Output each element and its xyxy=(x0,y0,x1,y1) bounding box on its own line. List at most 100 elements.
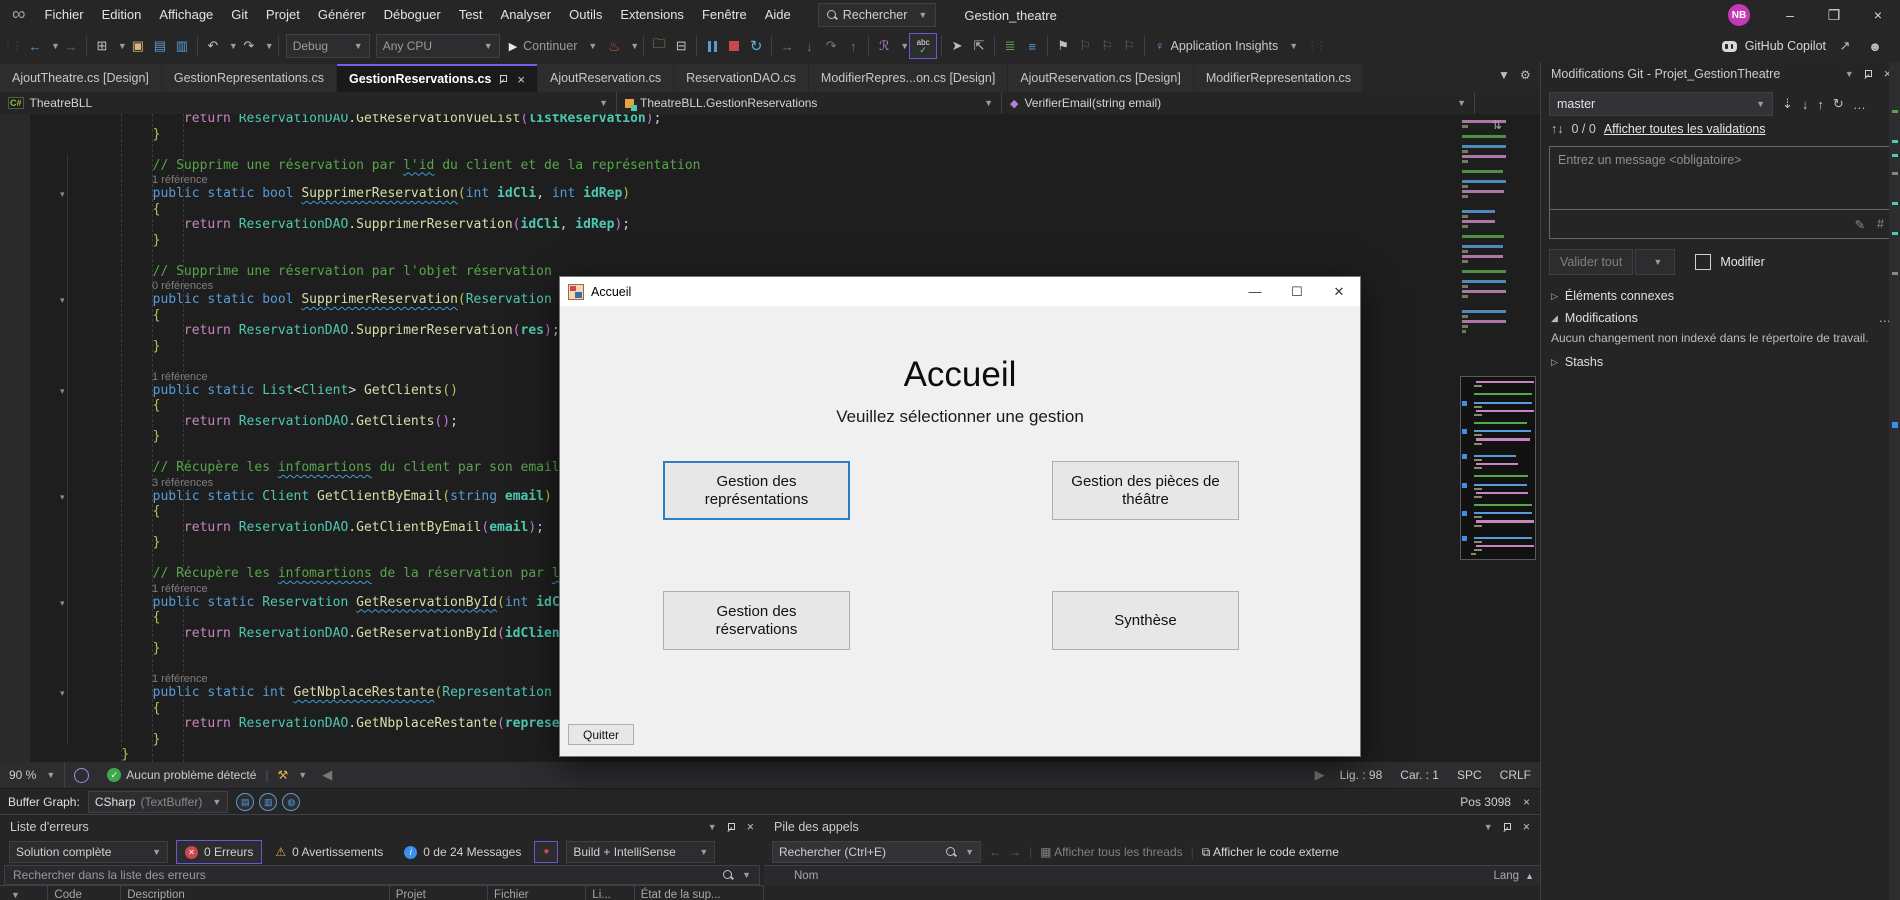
buffer-graph-select[interactable]: CSharp (TextBuffer) ▼ xyxy=(88,791,228,813)
column-header[interactable]: Li... xyxy=(586,886,634,900)
redo-icon[interactable]: ↷ xyxy=(238,35,260,57)
health-indicator[interactable]: ✓ Aucun problème détecté xyxy=(98,762,265,788)
close-icon[interactable]: × xyxy=(1523,795,1530,809)
refresh-icon[interactable]: ↻ xyxy=(1833,96,1844,112)
platform-select[interactable]: Any CPU▼ xyxy=(376,34,500,58)
chevron-down-icon[interactable]: ▼ xyxy=(1484,822,1493,832)
more-actions-icon[interactable]: … xyxy=(1853,97,1866,112)
column-indicator[interactable]: Car. : 1 xyxy=(1391,768,1448,782)
quitter-button[interactable]: Quitter xyxy=(568,724,634,745)
debug-config-select[interactable]: Debug▼ xyxy=(286,34,370,58)
toolbar-overflow[interactable]: ⋮⋮ xyxy=(1307,41,1325,52)
show-next-statement-icon[interactable]: → xyxy=(776,35,798,57)
menu-deboguer[interactable]: Déboguer xyxy=(375,0,450,30)
forward-icon[interactable]: → xyxy=(1009,845,1021,859)
chevron-down-icon[interactable]: ▼ xyxy=(1845,69,1854,79)
tab-ajoutreservationcs[interactable]: AjoutReservation.cs xyxy=(538,64,673,92)
navigate-forward-icon[interactable]: → xyxy=(60,35,82,57)
pin-icon[interactable] xyxy=(499,74,509,84)
chevron-down-icon[interactable]: ▼ xyxy=(630,41,639,51)
codelens-references[interactable]: 1 référence xyxy=(152,583,208,595)
buffer-doc-icon[interactable]: ▤ xyxy=(236,793,254,811)
column-lang[interactable]: Lang xyxy=(1493,870,1519,882)
column-header[interactable]: Code xyxy=(48,886,121,900)
menu-fenetre[interactable]: Fenêtre xyxy=(693,0,756,30)
branch-select[interactable]: master▼ xyxy=(1549,92,1773,116)
filter-toggle-icon[interactable]: ● xyxy=(534,841,558,863)
bookmark-icon[interactable]: ⚑ xyxy=(1052,35,1074,57)
commit-all-button[interactable]: Valider tout xyxy=(1549,249,1633,275)
build-intellisense-select[interactable]: Build + IntelliSense▼ xyxy=(566,841,715,863)
breadcrumb-project[interactable]: C# TheatreBLL ▼ xyxy=(0,92,617,114)
error-list-search-input[interactable]: Rechercher dans la liste des erreurs ▼ xyxy=(4,865,760,885)
dialog-close-button[interactable]: ✕ xyxy=(1318,277,1360,306)
call-stack-search-input[interactable]: Rechercher (Ctrl+E) ▼ xyxy=(772,841,981,863)
copilot-label[interactable]: GitHub Copilot xyxy=(1745,39,1826,53)
pin-icon[interactable] xyxy=(1503,822,1513,832)
outdent-icon[interactable]: ≡ xyxy=(1021,35,1043,57)
menu-fichier[interactable]: Fichier xyxy=(36,0,93,30)
tab-list-chevron-icon[interactable]: ▼ xyxy=(1498,68,1510,82)
chevron-down-icon[interactable]: ▼ xyxy=(229,41,238,51)
text-buffer-abc-icon[interactable]: abc✓ xyxy=(909,33,937,59)
hscroll-left-arrow-icon[interactable]: ◀ xyxy=(316,764,338,786)
window-layout-icon[interactable]: ⊟ xyxy=(670,35,692,57)
menu-outils[interactable]: Outils xyxy=(560,0,611,30)
dialog-minimize-button[interactable]: — xyxy=(1234,277,1276,306)
tab-ajoutreservationcsdesign[interactable]: AjoutReservation.cs [Design] xyxy=(1008,64,1193,92)
menu-aide[interactable]: Aide xyxy=(756,0,800,30)
menu-extensions[interactable]: Extensions xyxy=(611,0,693,30)
close-icon[interactable]: × xyxy=(747,820,754,834)
stashes-section[interactable]: ▷Stashs xyxy=(1541,351,1900,373)
navigate-structure-icon[interactable]: ⇱ xyxy=(968,35,990,57)
fetch-icon[interactable]: ⇣ xyxy=(1782,96,1793,112)
tab-modifierrepresentationcs[interactable]: ModifierRepresentation.cs xyxy=(1194,64,1363,92)
warnings-filter-button[interactable]: ⚠ 0 Avertissements xyxy=(267,841,391,863)
code-cleanup-button[interactable]: ⚒ ▼ xyxy=(269,762,317,788)
chevron-down-icon[interactable]: ▼ xyxy=(118,41,127,51)
menu-affichage[interactable]: Affichage xyxy=(150,0,222,30)
push-icon[interactable]: ↑ xyxy=(1817,97,1824,112)
gestion-representations-button[interactable]: Gestion des représentations xyxy=(663,461,850,520)
pull-icon[interactable]: ↓ xyxy=(1802,97,1809,112)
app-insights-button[interactable]: ♀ Application Insights ▼ xyxy=(1155,39,1298,53)
show-all-commits-link[interactable]: Afficher toutes les validations xyxy=(1604,122,1766,136)
zoom-select[interactable]: 90 %▼ xyxy=(0,762,65,788)
git-panel-scrollbar[interactable] xyxy=(1889,62,1900,900)
codelens-references[interactable]: 1 référence xyxy=(152,174,208,186)
feedback-icon[interactable]: ☻ xyxy=(1864,35,1886,57)
fold-chevron-icon[interactable]: ▾ xyxy=(60,293,65,309)
close-button[interactable]: × xyxy=(1856,0,1900,30)
hscroll-right-arrow-icon[interactable]: ▶ xyxy=(1309,764,1331,786)
filter-icon[interactable]: ▼ xyxy=(11,890,20,900)
eol-indicator[interactable]: CRLF xyxy=(1491,768,1540,782)
changes-section[interactable]: ◢Modifications … xyxy=(1541,307,1900,329)
clear-bookmarks-icon[interactable]: ⚐ xyxy=(1118,35,1140,57)
column-header[interactable]: Fichier xyxy=(488,886,586,900)
minimap-scrollbar[interactable]: ⇅ xyxy=(1455,114,1540,762)
dialog-maximize-button[interactable]: ☐ xyxy=(1276,277,1318,306)
minimize-button[interactable]: – xyxy=(1768,0,1812,30)
commit-split-chevron[interactable]: ▼ xyxy=(1635,249,1675,275)
close-icon[interactable]: × xyxy=(517,72,525,87)
menu-git[interactable]: Git xyxy=(222,0,257,30)
column-header[interactable]: État de la sup... xyxy=(635,886,764,900)
commit-message-input[interactable]: Entrez un message <obligatoire> xyxy=(1549,146,1893,210)
breadcrumb-member[interactable]: ◆ VerifierEmail(string email) ▼ xyxy=(1002,92,1475,114)
line-indicator[interactable]: Lig. : 98 xyxy=(1331,768,1392,782)
errors-filter-button[interactable]: ✕ 0 Erreurs xyxy=(176,840,262,864)
amend-checkbox[interactable] xyxy=(1695,254,1711,270)
new-project-icon[interactable]: ⊞ xyxy=(91,35,113,57)
column-name[interactable]: Nom xyxy=(764,870,818,882)
undo-icon[interactable]: ↶ xyxy=(202,35,224,57)
search-box[interactable]: Rechercher ▼ xyxy=(818,3,937,27)
chevron-down-icon[interactable]: ▼ xyxy=(900,41,909,51)
step-out-icon[interactable]: ↑ xyxy=(842,35,864,57)
synthese-button[interactable]: Synthèse xyxy=(1052,591,1239,650)
restore-button[interactable]: ❐ xyxy=(1812,0,1856,30)
column-header[interactable]: Description xyxy=(121,886,390,900)
hot-reload-icon[interactable]: ♨ xyxy=(603,35,625,57)
menu-edition[interactable]: Edition xyxy=(93,0,151,30)
tab-modifierrepresoncsdesign[interactable]: ModifierRepres...on.cs [Design] xyxy=(809,64,1007,92)
gestion-pieces-theatre-button[interactable]: Gestion des pièces de théâtre xyxy=(1052,461,1239,520)
